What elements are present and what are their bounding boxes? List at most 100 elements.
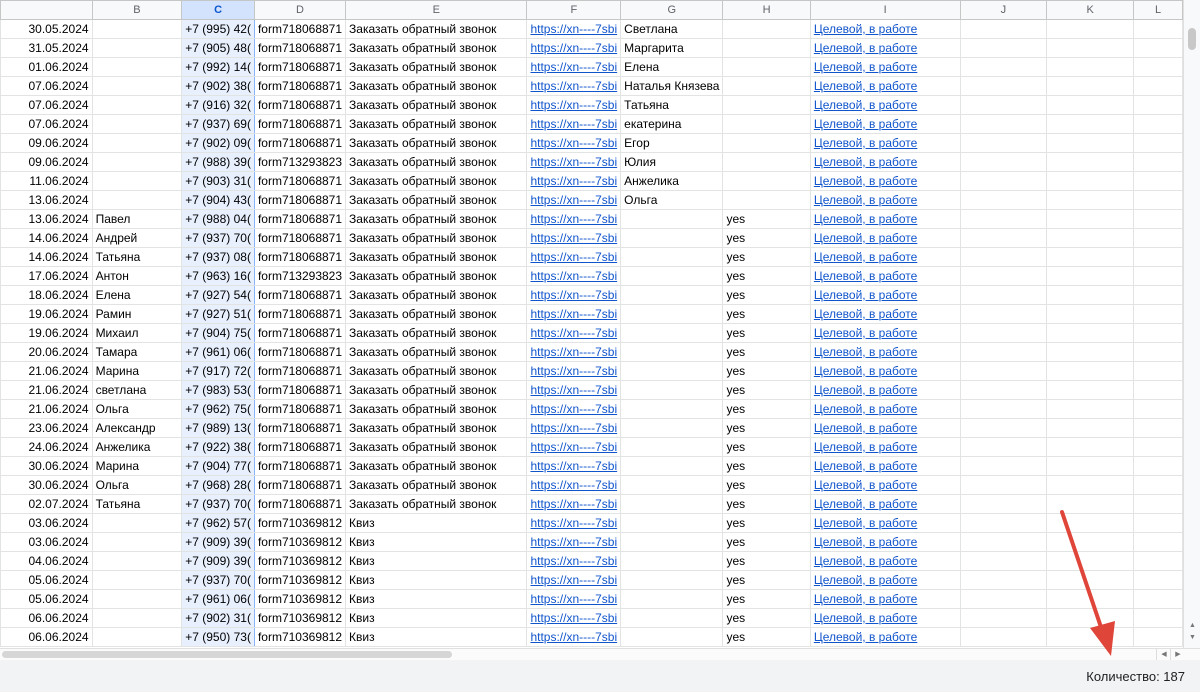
request-type-cell[interactable]: Заказать обратный звонок: [345, 171, 528, 191]
empty-cell-k[interactable]: [1046, 209, 1135, 229]
request-type-cell[interactable]: Заказать обратный звонок: [345, 95, 528, 115]
empty-cell-k[interactable]: [1046, 361, 1135, 381]
date-cell[interactable]: 07.06.2024: [0, 95, 93, 115]
date-cell[interactable]: 21.06.2024: [0, 361, 93, 381]
link-cell[interactable]: https://xn----7sbi: [526, 456, 622, 476]
flag-cell[interactable]: yes: [722, 266, 811, 286]
empty-cell-j[interactable]: [959, 57, 1048, 77]
url-link[interactable]: https://xn----7sbi: [530, 41, 617, 55]
empty-cell-l[interactable]: [1133, 228, 1183, 248]
empty-cell-j[interactable]: [959, 475, 1048, 495]
link-cell[interactable]: https://xn----7sbi: [526, 57, 622, 77]
name-cell[interactable]: Павел: [91, 209, 183, 229]
status-cell[interactable]: Целевой, в работе: [809, 304, 961, 324]
column-header-f[interactable]: F: [526, 0, 622, 20]
empty-cell-j[interactable]: [959, 342, 1048, 362]
name-cell[interactable]: [91, 114, 183, 134]
flag-cell[interactable]: yes: [722, 247, 811, 267]
status-link[interactable]: Целевой, в работе: [814, 421, 918, 435]
request-type-cell[interactable]: Заказать обратный звонок: [345, 57, 528, 77]
date-cell[interactable]: 03.06.2024: [0, 513, 93, 533]
request-type-cell[interactable]: Заказать обратный звонок: [345, 494, 528, 514]
empty-cell-k[interactable]: [1046, 266, 1135, 286]
request-type-cell[interactable]: Заказать обратный звонок: [345, 475, 528, 495]
status-cell[interactable]: Целевой, в работе: [809, 532, 961, 552]
phone-cell[interactable]: +7 (937) 08(: [181, 247, 255, 267]
link-cell[interactable]: https://xn----7sbi: [526, 285, 622, 305]
status-link[interactable]: Целевой, в работе: [814, 497, 918, 511]
contact-name-cell[interactable]: [620, 589, 724, 609]
link-cell[interactable]: https://xn----7sbi: [526, 475, 622, 495]
status-link[interactable]: Целевой, в работе: [814, 573, 918, 587]
link-cell[interactable]: https://xn----7sbi: [526, 437, 622, 457]
status-cell[interactable]: Целевой, в работе: [809, 114, 961, 134]
form-id-cell[interactable]: form718068871: [253, 456, 347, 476]
empty-cell-l[interactable]: [1133, 342, 1183, 362]
flag-cell[interactable]: [722, 38, 811, 58]
date-cell[interactable]: 21.06.2024: [0, 399, 93, 419]
empty-cell-l[interactable]: [1133, 133, 1183, 153]
date-cell[interactable]: 14.06.2024: [0, 247, 93, 267]
empty-cell-j[interactable]: [959, 266, 1048, 286]
flag-cell[interactable]: yes: [722, 304, 811, 324]
empty-cell-k[interactable]: [1046, 114, 1135, 134]
form-id-cell[interactable]: form718068871: [253, 285, 347, 305]
phone-cell[interactable]: +7 (983) 53(: [181, 380, 255, 400]
link-cell[interactable]: https://xn----7sbi: [526, 38, 622, 58]
contact-name-cell[interactable]: [620, 399, 724, 419]
form-id-cell[interactable]: form718068871: [253, 323, 347, 343]
link-cell[interactable]: https://xn----7sbi: [526, 494, 622, 514]
link-cell[interactable]: https://xn----7sbi: [526, 361, 622, 381]
date-cell[interactable]: 30.06.2024: [0, 456, 93, 476]
empty-cell-j[interactable]: [959, 532, 1048, 552]
empty-cell-k[interactable]: [1046, 228, 1135, 248]
date-cell[interactable]: 21.06.2024: [0, 380, 93, 400]
link-cell[interactable]: https://xn----7sbi: [526, 418, 622, 438]
empty-cell-j[interactable]: [959, 190, 1048, 210]
status-cell[interactable]: Целевой, в работе: [809, 323, 961, 343]
form-id-cell[interactable]: form710369812: [253, 532, 347, 552]
flag-cell[interactable]: yes: [722, 456, 811, 476]
flag-cell[interactable]: [722, 190, 811, 210]
form-id-cell[interactable]: form718068871: [253, 494, 347, 514]
name-cell[interactable]: [91, 38, 183, 58]
link-cell[interactable]: https://xn----7sbi: [526, 342, 622, 362]
status-cell[interactable]: Целевой, в работе: [809, 76, 961, 96]
empty-cell-l[interactable]: [1133, 285, 1183, 305]
request-type-cell[interactable]: Заказать обратный звонок: [345, 114, 528, 134]
flag-cell[interactable]: yes: [722, 437, 811, 457]
empty-cell-j[interactable]: [959, 114, 1048, 134]
request-type-cell[interactable]: Заказать обратный звонок: [345, 456, 528, 476]
vertical-scroll-thumb[interactable]: [1188, 28, 1196, 50]
request-type-cell[interactable]: Квиз: [345, 532, 528, 552]
empty-cell-k[interactable]: [1046, 19, 1135, 39]
empty-cell-j[interactable]: [959, 608, 1048, 628]
phone-cell[interactable]: +7 (995) 42(: [181, 19, 255, 39]
status-link[interactable]: Целевой, в работе: [814, 516, 918, 530]
date-cell[interactable]: 30.05.2024: [0, 19, 93, 39]
contact-name-cell[interactable]: [620, 304, 724, 324]
phone-cell[interactable]: +7 (909) 39(: [181, 532, 255, 552]
flag-cell[interactable]: yes: [722, 285, 811, 305]
link-cell[interactable]: https://xn----7sbi: [526, 95, 622, 115]
flag-cell[interactable]: yes: [722, 570, 811, 590]
status-link[interactable]: Целевой, в работе: [814, 136, 918, 150]
contact-name-cell[interactable]: [620, 494, 724, 514]
scroll-down-icon[interactable]: ▼: [1184, 634, 1200, 641]
flag-cell[interactable]: yes: [722, 418, 811, 438]
date-cell[interactable]: 02.07.2024: [0, 494, 93, 514]
phone-cell[interactable]: +7 (989) 13(: [181, 418, 255, 438]
status-cell[interactable]: Целевой, в работе: [809, 608, 961, 628]
phone-cell[interactable]: +7 (988) 39(: [181, 152, 255, 172]
contact-name-cell[interactable]: [620, 418, 724, 438]
empty-cell-l[interactable]: [1133, 114, 1183, 134]
link-cell[interactable]: https://xn----7sbi: [526, 570, 622, 590]
status-cell[interactable]: Целевой, в работе: [809, 513, 961, 533]
url-link[interactable]: https://xn----7sbi: [530, 478, 617, 492]
url-link[interactable]: https://xn----7sbi: [530, 117, 617, 131]
link-cell[interactable]: https://xn----7sbi: [526, 380, 622, 400]
column-header-g[interactable]: G: [620, 0, 724, 20]
date-cell[interactable]: 17.06.2024: [0, 266, 93, 286]
scroll-up-icon[interactable]: ▲: [1184, 622, 1200, 629]
status-cell[interactable]: Целевой, в работе: [809, 190, 961, 210]
